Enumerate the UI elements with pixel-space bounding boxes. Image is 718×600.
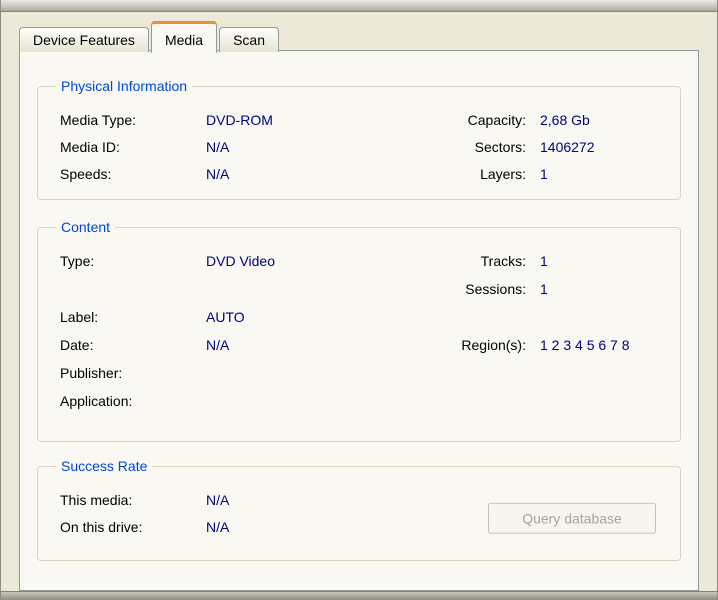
physical-information-fields: Media Type: DVD-ROM Capacity: 2,68 Gb Me…	[50, 102, 668, 187]
regions-value: 1 2 3 4 5 6 7 8	[540, 337, 630, 353]
content-title: Content	[61, 219, 111, 235]
type-value: DVD Video	[206, 253, 276, 269]
media-id-label: Media ID:	[60, 138, 120, 155]
media-type-value: DVD-ROM	[206, 111, 273, 128]
capacity-label: Capacity:	[467, 111, 526, 128]
success-rate-group: Success Rate This media: N/A On this dri…	[37, 458, 681, 561]
media-tab-page: Physical Information Media Type: DVD-ROM…	[19, 50, 699, 591]
date-label: Date:	[60, 337, 94, 353]
physical-information-group: Physical Information Media Type: DVD-ROM…	[37, 78, 681, 200]
tab-scan[interactable]: Scan	[219, 27, 279, 52]
on-this-drive-label: On this drive:	[60, 518, 143, 535]
speeds-value: N/A	[206, 165, 230, 182]
tab-device-features[interactable]: Device Features	[19, 27, 149, 52]
type-label: Type:	[60, 253, 95, 269]
speeds-label: Speeds:	[60, 165, 112, 182]
publisher-label: Publisher:	[60, 365, 123, 381]
content-fields: Type: DVD Video Tracks: 1 Sessions: 1 La…	[50, 243, 668, 429]
media-type-label: Media Type:	[60, 111, 137, 128]
window-top-edge	[1, 0, 717, 12]
window-bottom-edge	[1, 591, 717, 600]
sessions-value: 1	[540, 281, 548, 297]
success-rate-title: Success Rate	[61, 458, 148, 474]
physical-information-title: Physical Information	[61, 78, 188, 94]
this-media-label: This media:	[60, 491, 133, 508]
query-database-button[interactable]: Query database	[488, 502, 656, 534]
media-id-value: N/A	[206, 138, 230, 155]
capacity-value: 2,68 Gb	[540, 111, 590, 128]
sessions-label: Sessions:	[465, 281, 526, 297]
application-label: Application:	[60, 393, 133, 409]
layers-label: Layers:	[480, 165, 526, 182]
label-value: AUTO	[206, 309, 245, 325]
tracks-value: 1	[540, 253, 548, 269]
content-group: Content Type: DVD Video Tracks: 1 Sessio…	[37, 219, 681, 442]
tracks-label: Tracks:	[480, 253, 526, 269]
layers-value: 1	[540, 165, 548, 182]
tab-media[interactable]: Media	[150, 21, 218, 53]
tab-bar: Device Features Media Scan	[19, 19, 281, 53]
date-value: N/A	[206, 337, 230, 353]
sectors-value: 1406272	[540, 138, 595, 155]
label-label: Label:	[60, 309, 99, 325]
dialog-window: Device Features Media Scan Physical Info…	[0, 0, 718, 600]
regions-label: Region(s):	[461, 337, 526, 353]
sectors-label: Sectors:	[474, 138, 526, 155]
